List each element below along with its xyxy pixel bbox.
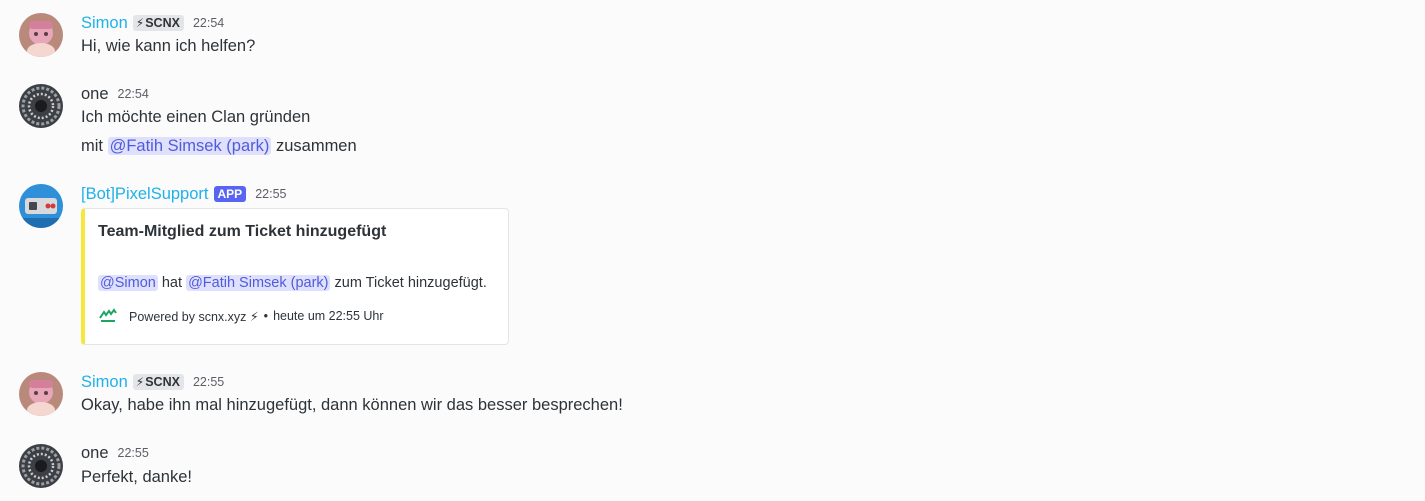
bot-avatar[interactable] bbox=[19, 184, 63, 228]
one-avatar[interactable] bbox=[19, 84, 63, 128]
simon-avatar[interactable] bbox=[19, 372, 63, 416]
timestamp[interactable]: 22:55 bbox=[255, 187, 286, 201]
author-name[interactable]: Simon bbox=[81, 373, 128, 392]
author-name[interactable]: one bbox=[81, 444, 109, 463]
timestamp[interactable]: 22:54 bbox=[118, 87, 149, 101]
scnx-logo-icon bbox=[99, 308, 117, 322]
embed-footer: Powered by scnx.xyz ⚡ • heute um 22:55 U… bbox=[98, 306, 384, 326]
footer-text: Powered by scnx.xyz ⚡ bbox=[129, 309, 259, 324]
app-badge: APP bbox=[213, 186, 247, 202]
message-text: Hi, wie kann ich helfen? bbox=[81, 37, 256, 55]
user-mention[interactable]: @Fatih Simsek (park) bbox=[186, 275, 331, 291]
author-name[interactable]: one bbox=[81, 85, 109, 104]
message-text: Ich möchte einen Clan gründen bbox=[81, 108, 311, 126]
timestamp[interactable]: 22:54 bbox=[193, 16, 224, 30]
one-avatar[interactable] bbox=[19, 444, 63, 488]
user-mention[interactable]: @Simon bbox=[98, 275, 158, 291]
embed-card: Team-Mitglied zum Ticket hinzugefügt @Si… bbox=[81, 208, 509, 345]
simon-avatar[interactable] bbox=[19, 13, 63, 57]
server-tag[interactable]: ⚡ SCNX bbox=[132, 374, 184, 390]
lightning-icon: ⚡ bbox=[135, 16, 145, 30]
timestamp[interactable]: 22:55 bbox=[118, 446, 149, 460]
message-text: Perfekt, danke! bbox=[81, 468, 192, 486]
message-text: Okay, habe ihn mal hinzugefügt, dann kön… bbox=[81, 396, 623, 414]
message-text-line2: mit @Fatih Simsek (park) zusammen bbox=[81, 137, 357, 156]
timestamp[interactable]: 22:55 bbox=[193, 375, 224, 389]
user-mention[interactable]: @Fatih Simsek (park) bbox=[107, 137, 272, 155]
text-prefix: mit bbox=[81, 137, 103, 155]
author-name[interactable]: Simon bbox=[81, 14, 128, 33]
embed-word: hat bbox=[161, 275, 183, 291]
embed-title: Team-Mitglied zum Ticket hinzugefügt bbox=[98, 223, 387, 240]
footer-timestamp: heute um 22:55 Uhr bbox=[273, 309, 384, 323]
server-tag-label: SCNX bbox=[145, 375, 180, 389]
server-tag-label: SCNX bbox=[145, 16, 180, 30]
embed-description: @Simon hat @Fatih Simsek (park) zum Tick… bbox=[98, 275, 487, 291]
embed-desc-suffix: zum Ticket hinzugefügt. bbox=[334, 275, 487, 291]
text-suffix: zusammen bbox=[275, 137, 357, 155]
author-name[interactable]: [Bot]PixelSupport bbox=[81, 185, 209, 204]
server-tag[interactable]: ⚡ SCNX bbox=[132, 15, 184, 31]
lightning-icon: ⚡ bbox=[135, 375, 145, 389]
footer-separator: • bbox=[263, 309, 269, 323]
